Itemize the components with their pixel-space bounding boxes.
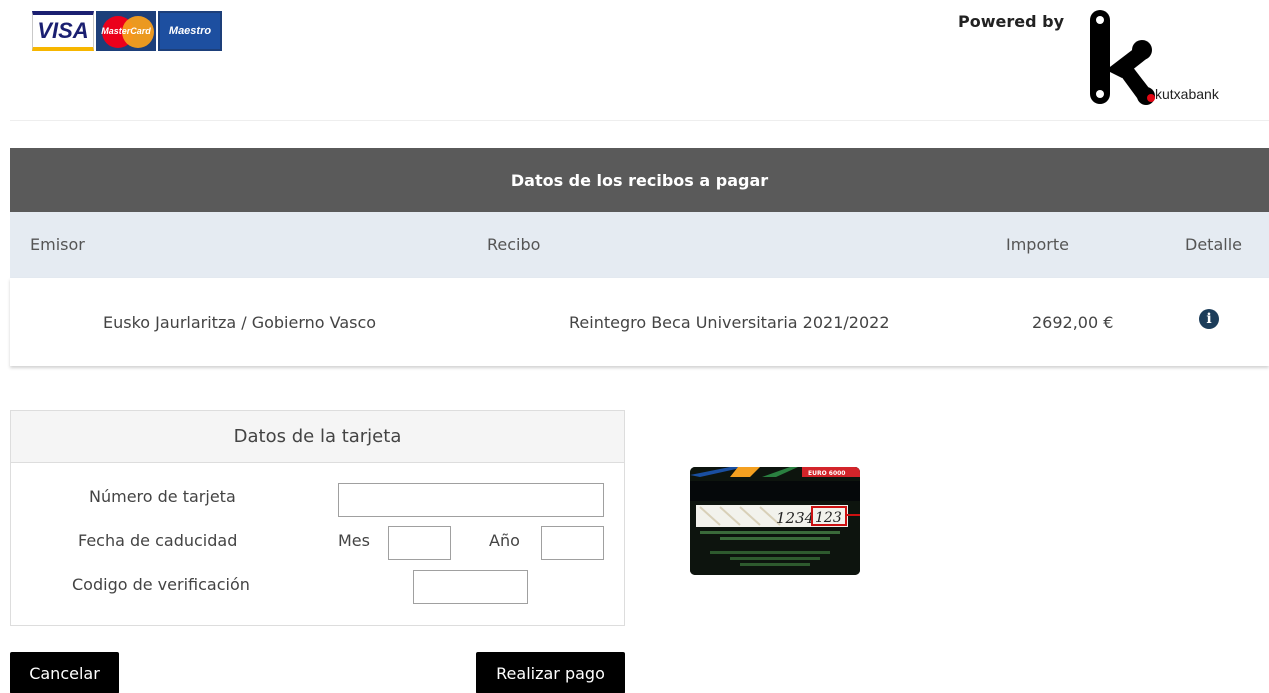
column-detalle: Detalle <box>1185 235 1242 254</box>
card-number-input[interactable] <box>338 483 604 517</box>
cvv-hint: 123 <box>815 510 842 526</box>
expiry-month-input[interactable] <box>388 526 451 560</box>
receipts-title: Datos de los recibos a pagar <box>10 148 1269 212</box>
powered-by-label: Powered by <box>958 12 1064 31</box>
table-row: Eusko Jaurlaritza / Gobierno Vasco Reint… <box>10 278 1269 366</box>
column-recibo: Recibo <box>487 235 541 254</box>
cvv-location-illustration: EURO 6000 1234 123 <box>690 467 860 575</box>
kutxabank-logo-icon <box>1090 10 1155 105</box>
mastercard-logo: MasterCard <box>96 11 156 51</box>
cvv-input[interactable] <box>413 570 528 604</box>
card-brand-text: EURO 6000 <box>808 470 845 477</box>
cvv-label: Codigo de verificación <box>72 575 250 594</box>
column-emisor: Emisor <box>30 235 85 254</box>
card-brand-logos: VISA MasterCard Maestro <box>32 11 222 51</box>
expiry-label: Fecha de caducidad <box>78 531 238 550</box>
card-panel-title-text: Datos de la tarjeta <box>233 426 402 447</box>
card-number-label: Número de tarjeta <box>89 487 236 506</box>
column-importe: Importe <box>1006 235 1069 254</box>
expiry-year-input[interactable] <box>541 526 604 560</box>
receipts-column-headers: Emisor Recibo Importe Detalle <box>10 212 1269 278</box>
receipts-title-text: Datos de los recibos a pagar <box>510 170 769 190</box>
row-importe: 2692,00 € <box>1032 313 1114 332</box>
card-panel-title: Datos de la tarjeta <box>11 411 624 463</box>
year-label: Año <box>489 531 520 550</box>
card-back-icon: EURO 6000 1234 123 <box>690 467 860 575</box>
card-number-hint: 1234 <box>776 509 814 527</box>
row-emisor: Eusko Jaurlaritza / Gobierno Vasco <box>103 313 377 332</box>
cancel-button[interactable]: Cancelar <box>10 652 119 693</box>
maestro-logo: Maestro <box>158 11 222 51</box>
pay-button[interactable]: Realizar pago <box>476 652 625 693</box>
info-icon[interactable]: i <box>1199 309 1219 329</box>
bank-name: kutxabank <box>1155 86 1219 102</box>
visa-logo: VISA <box>32 11 94 51</box>
row-recibo: Reintegro Beca Universitaria 2021/2022 <box>569 313 890 332</box>
month-label: Mes <box>338 531 370 550</box>
header-divider <box>10 120 1269 121</box>
